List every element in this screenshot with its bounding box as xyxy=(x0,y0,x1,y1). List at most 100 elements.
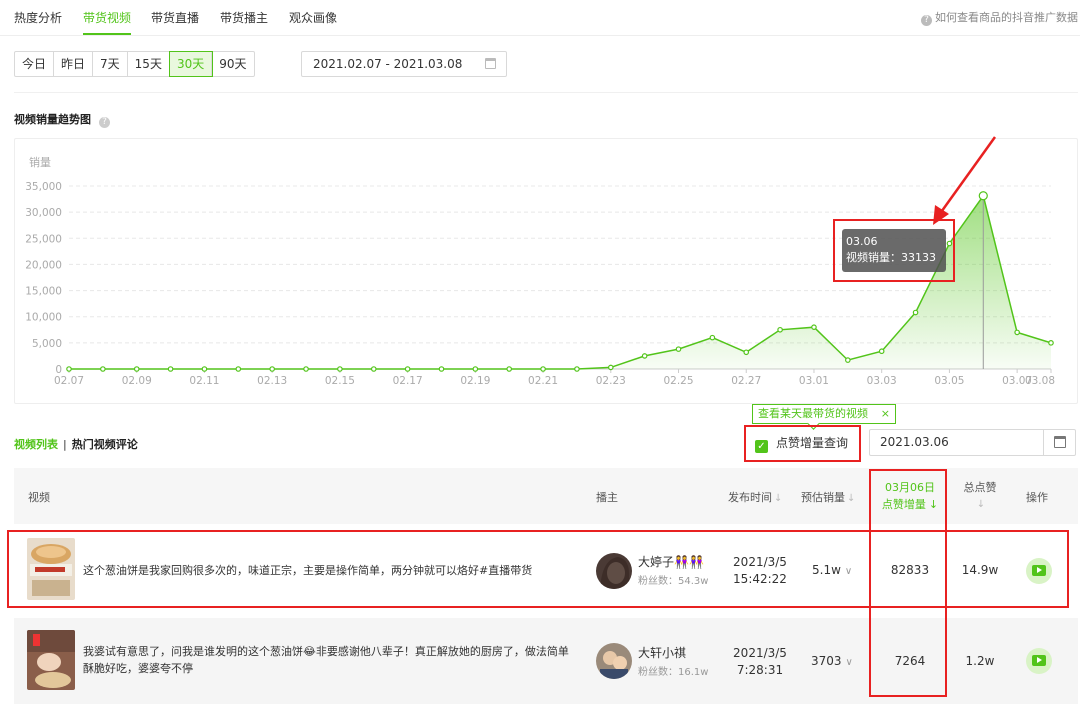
tab-live-sales[interactable]: 带货直播 xyxy=(151,9,199,26)
tab-bar: 热度分析 带货视频 带货直播 带货播主 观众画像 ? 如何查看商品的抖音推广数据 xyxy=(0,0,1080,36)
data-point xyxy=(100,366,106,372)
range-7d[interactable]: 7天 xyxy=(93,52,128,76)
x-tick-label: 02.27 xyxy=(731,375,761,387)
x-tick-label: 02.15 xyxy=(325,375,355,387)
range-yesterday[interactable]: 昨日 xyxy=(54,52,94,76)
tab-hot-comments[interactable]: 热门视频评论 xyxy=(72,438,138,451)
help-link-text: 如何查看商品的抖音推广数据 xyxy=(935,11,1078,24)
tab-video-sales[interactable]: 带货视频 xyxy=(83,9,131,26)
col-sales-label: 预估销量 xyxy=(801,491,845,504)
data-point xyxy=(675,346,682,352)
data-point xyxy=(1014,329,1020,336)
active-tab-indicator xyxy=(83,33,131,35)
data-point xyxy=(370,366,377,372)
tab-video-list[interactable]: 视频列表 xyxy=(14,438,58,451)
y-axis-label: 销量 xyxy=(29,155,51,169)
list-tab-separator: | xyxy=(63,438,67,451)
question-icon: ? xyxy=(921,15,932,26)
calendar-icon xyxy=(1054,436,1066,448)
data-point xyxy=(878,348,885,355)
x-tick-label: 02.13 xyxy=(257,375,287,387)
highlight-box-likes-column xyxy=(869,469,947,697)
x-tick-label: 02.19 xyxy=(460,375,490,387)
chart-title: 视频销量趋势图 xyxy=(14,113,91,126)
data-point xyxy=(66,366,72,372)
chevron-down-icon: ∨ xyxy=(845,657,853,668)
publish-time: 2021/3/5 7:28:31 xyxy=(728,645,792,679)
video-thumbnail[interactable] xyxy=(27,630,75,690)
data-point xyxy=(912,309,919,316)
data-point xyxy=(167,366,174,372)
data-point xyxy=(404,366,411,372)
tab-hosts[interactable]: 带货播主 xyxy=(220,9,268,26)
col-est-sales[interactable]: 预估销量 ↓ xyxy=(801,489,855,505)
help-link[interactable]: ? 如何查看商品的抖音推广数据 xyxy=(921,9,1078,26)
y-tick-label: 30,000 xyxy=(25,207,62,219)
data-point xyxy=(845,357,851,363)
x-tick-label: 02.17 xyxy=(393,375,423,387)
data-point xyxy=(235,366,242,372)
video-title[interactable]: 我婆试有意思了，问我是谁发明的这个葱油饼😂非要感谢他八辈子！真正解放她的厨房了，… xyxy=(83,643,573,677)
host-fans: 粉丝数：16.1w xyxy=(638,667,709,678)
y-tick-label: 10,000 xyxy=(25,312,62,324)
est-sales-value: 3703 xyxy=(811,654,842,668)
x-tick-label: 03.05 xyxy=(934,375,964,387)
close-icon[interactable]: × xyxy=(881,405,890,423)
red-arrow-annotation xyxy=(933,136,997,225)
data-point xyxy=(777,326,783,333)
play-video-button[interactable] xyxy=(1026,648,1052,674)
data-point xyxy=(472,366,479,372)
range-90d[interactable]: 90天 xyxy=(212,52,253,76)
range-15d[interactable]: 15天 xyxy=(128,52,170,76)
data-point xyxy=(337,366,343,372)
sort-down-icon: ↓ xyxy=(774,493,783,504)
data-point xyxy=(133,366,140,372)
x-tick-label: 02.07 xyxy=(54,375,84,387)
col-host: 播主 xyxy=(596,491,618,504)
x-tick-label: 02.11 xyxy=(189,375,219,387)
avatar[interactable] xyxy=(596,643,632,679)
date-picker-value: 2021.03.06 xyxy=(880,435,949,449)
range-today[interactable]: 今日 xyxy=(15,52,55,76)
tab-audience[interactable]: 观众画像 xyxy=(289,9,337,26)
col-total-likes-label: 总点赞 xyxy=(963,481,997,494)
publish-clock: 7:28:31 xyxy=(736,663,784,677)
date-range-picker[interactable]: 2021.02.07 - 2021.03.08 xyxy=(301,51,507,77)
data-point xyxy=(811,324,817,330)
est-sales[interactable]: 3703 ∨ xyxy=(811,653,853,671)
list-tabs: 视频列表 | 热门视频评论 xyxy=(14,436,138,452)
data-point xyxy=(607,364,614,371)
y-tick-label: 35,000 xyxy=(25,181,62,193)
play-icon xyxy=(1032,655,1046,666)
divider xyxy=(14,92,1078,93)
host-name[interactable]: 大轩小祺 xyxy=(638,644,686,661)
data-point xyxy=(1048,340,1054,346)
x-tick-label: 02.09 xyxy=(122,375,152,387)
data-point xyxy=(506,366,513,372)
hint-bubble: 查看某天最带货的视频 × xyxy=(752,404,896,424)
range-30d[interactable]: 30天 xyxy=(168,51,214,77)
total-likes: 1.2w xyxy=(965,654,995,668)
publish-date: 2021/3/5 xyxy=(733,646,787,660)
data-point xyxy=(743,349,750,356)
data-point xyxy=(438,366,445,372)
x-tick-label: 02.23 xyxy=(596,375,626,387)
date-picker[interactable]: 2021.03.06 xyxy=(869,429,1076,456)
data-point xyxy=(540,366,546,372)
tab-heat-analysis[interactable]: 热度分析 xyxy=(14,9,62,26)
col-total-likes[interactable]: 总点赞 ↓ xyxy=(960,479,1000,513)
col-publish-time[interactable]: 发布时间 ↓ xyxy=(728,489,782,505)
data-point xyxy=(269,366,275,372)
highlight-box-checkbox xyxy=(744,425,861,462)
calendar-button[interactable] xyxy=(1043,430,1075,455)
date-range-value: 2021.02.07 - 2021.03.08 xyxy=(313,57,463,71)
calendar-icon xyxy=(485,58,496,69)
x-tick-label: 02.25 xyxy=(663,375,693,387)
y-tick-label: 5,000 xyxy=(32,338,62,350)
question-icon[interactable]: ? xyxy=(99,117,110,128)
y-tick-label: 25,000 xyxy=(25,233,62,245)
y-tick-label: 15,000 xyxy=(25,286,62,298)
col-publish-label: 发布时间 xyxy=(728,491,772,504)
data-point xyxy=(574,366,580,372)
x-tick-label: 03.01 xyxy=(799,375,829,387)
